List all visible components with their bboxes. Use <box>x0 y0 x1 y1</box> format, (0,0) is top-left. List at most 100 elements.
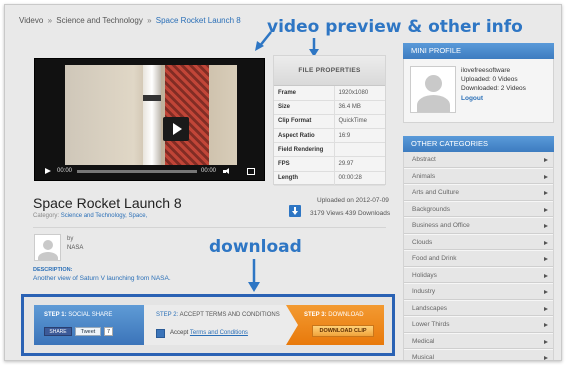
browser-page: Videvo » Science and Technology » Space … <box>4 4 562 361</box>
category-item[interactable]: Food and Drink <box>404 251 553 268</box>
file-property-key: Frame <box>274 86 335 101</box>
tweet-count: 7 <box>104 327 113 336</box>
video-player[interactable]: 00:00 00:00 <box>34 58 265 181</box>
step3-title: DOWNLOAD <box>328 312 364 318</box>
chevron-right-icon <box>544 207 548 212</box>
file-property-value: 00:00:28 <box>334 171 385 186</box>
logout-link[interactable]: Logout <box>461 95 483 102</box>
other-categories-title: OTHER CATEGORIES <box>403 136 554 152</box>
category-item[interactable]: Musical <box>404 350 553 360</box>
category-item-label: Abstract <box>412 156 436 163</box>
breadcrumb-item-science[interactable]: Science and Technology <box>56 16 143 25</box>
category-item-label: Business and Office <box>412 222 470 229</box>
file-properties-title: FILE PROPERTIES <box>274 56 385 86</box>
chevron-right-icon <box>544 306 548 311</box>
facebook-share-button[interactable]: SHARE <box>44 327 72 336</box>
step3-label: STEP 3: DOWNLOAD <box>304 312 364 318</box>
description-text: Another view of Saturn V launching from … <box>33 275 171 282</box>
mini-profile-title: MINI PROFILE <box>403 43 554 59</box>
category-links[interactable]: Science and Technology, Space, <box>61 213 148 219</box>
time-elapsed: 00:00 <box>57 168 73 174</box>
category-item-label: Industry <box>412 288 436 295</box>
player-controls: 00:00 00:00 <box>43 167 257 177</box>
step2-label: STEP 2: ACCEPT TERMS AND CONDITIONS <box>156 312 280 318</box>
category-item-label: Holidays <box>412 271 437 279</box>
profile-uploaded: Uploaded: 0 Videos <box>461 76 518 83</box>
play-button[interactable] <box>163 117 189 141</box>
time-total: 00:00 <box>201 168 217 174</box>
file-property-key: Length <box>274 171 335 186</box>
clip-title: Space Rocket Launch 8 <box>33 195 182 211</box>
chevron-right-icon <box>544 257 548 261</box>
file-property-key: Aspect Ratio <box>274 128 335 144</box>
divider <box>33 227 386 228</box>
step2-title: ACCEPT TERMS AND CONDITIONS <box>179 312 280 318</box>
step1-title: SOCIAL SHARE <box>68 312 113 318</box>
tweet-button[interactable]: Tweet <box>75 327 101 336</box>
category-item[interactable]: Lower Thirds <box>404 317 553 334</box>
author-name[interactable]: NASA <box>67 245 83 251</box>
file-property-row: Field Rendering <box>274 142 385 158</box>
file-property-key: FPS <box>274 156 335 172</box>
chevron-right-icon <box>544 158 548 162</box>
category-item-label: Arts and Culture <box>412 189 459 196</box>
category-item[interactable]: Industry <box>404 284 553 301</box>
file-property-row: Aspect Ratio 16:9 <box>274 128 385 144</box>
breadcrumb: Videvo » Science and Technology » Space … <box>19 16 241 25</box>
category-item[interactable]: Arts and Culture <box>404 185 553 202</box>
file-property-row: FPS 29.97 <box>274 156 385 172</box>
category-item[interactable]: Clouds <box>404 235 553 251</box>
breadcrumb-separator: » <box>47 16 53 25</box>
file-property-value <box>334 142 385 158</box>
category-item[interactable]: Business and Office <box>404 218 553 235</box>
download-steps: STEP 1: SOCIAL SHARE SHARE Tweet 7 STEP … <box>21 294 395 356</box>
file-property-key: Field Rendering <box>274 142 335 158</box>
file-property-value: 36.4 MB <box>334 100 385 115</box>
rocket-image <box>143 65 161 165</box>
category-item[interactable]: Medical <box>404 334 553 350</box>
chevron-right-icon <box>544 240 548 245</box>
category-item[interactable]: Abstract <box>404 152 553 169</box>
annotation-download-label: download <box>209 237 302 257</box>
profile-username[interactable]: ilovefreesoftware <box>461 67 510 74</box>
rocket-band-image <box>143 95 161 101</box>
step2-number: STEP 2: <box>156 312 179 318</box>
file-property-value: 16:9 <box>334 128 385 144</box>
launch-tower-image <box>165 65 209 165</box>
step3-number: STEP 3: <box>304 312 327 318</box>
user-avatar[interactable] <box>410 66 456 113</box>
author-avatar[interactable] <box>34 234 61 261</box>
accept-terms-checkbox[interactable] <box>156 329 165 338</box>
category-item[interactable]: Animals <box>404 169 553 185</box>
breadcrumb-item-videvo[interactable]: Videvo <box>19 16 43 25</box>
chevron-right-icon <box>544 174 548 179</box>
annotation-preview-label: video preview & other info <box>267 17 523 37</box>
category-item[interactable]: Backgrounds <box>404 202 553 218</box>
terms-link[interactable]: Terms and Conditions <box>190 330 248 336</box>
play-small-icon[interactable] <box>45 168 51 175</box>
category-item-label: Landscapes <box>412 304 448 312</box>
volume-icon[interactable] <box>223 168 231 175</box>
mini-profile-panel: ilovefreesoftware Uploaded: 0 Videos Dow… <box>403 59 554 123</box>
fullscreen-icon[interactable] <box>247 168 255 175</box>
chevron-right-icon <box>544 273 548 278</box>
download-clip-button[interactable]: DOWNLOAD CLIP <box>312 325 374 337</box>
upload-date: Uploaded on 2012-07-09 <box>317 197 389 204</box>
seek-bar[interactable] <box>77 170 197 173</box>
category-item-label: Lower Thirds <box>412 321 450 328</box>
category-item[interactable]: Holidays <box>404 268 553 284</box>
file-property-key: Clip Format <box>274 114 335 130</box>
category-item-label: Backgrounds <box>412 205 450 213</box>
file-property-row: Clip Format QuickTime <box>274 114 385 130</box>
file-property-key: Size <box>274 100 335 115</box>
chevron-right-icon <box>544 191 548 195</box>
category-list: Abstract Animals Arts and Culture Backgroun… <box>403 152 554 360</box>
video-preview-frame[interactable] <box>65 65 237 165</box>
file-property-value: 29.97 <box>334 156 385 172</box>
step1-number: STEP 1: <box>44 312 67 318</box>
category-item[interactable]: Landscapes <box>404 301 553 317</box>
clip-category: Category: Science and Technology, Space, <box>33 213 147 219</box>
chevron-right-icon <box>544 290 548 294</box>
step-social-share: STEP 1: SOCIAL SHARE SHARE Tweet 7 <box>34 305 156 345</box>
download-arrow-icon[interactable] <box>289 205 301 217</box>
